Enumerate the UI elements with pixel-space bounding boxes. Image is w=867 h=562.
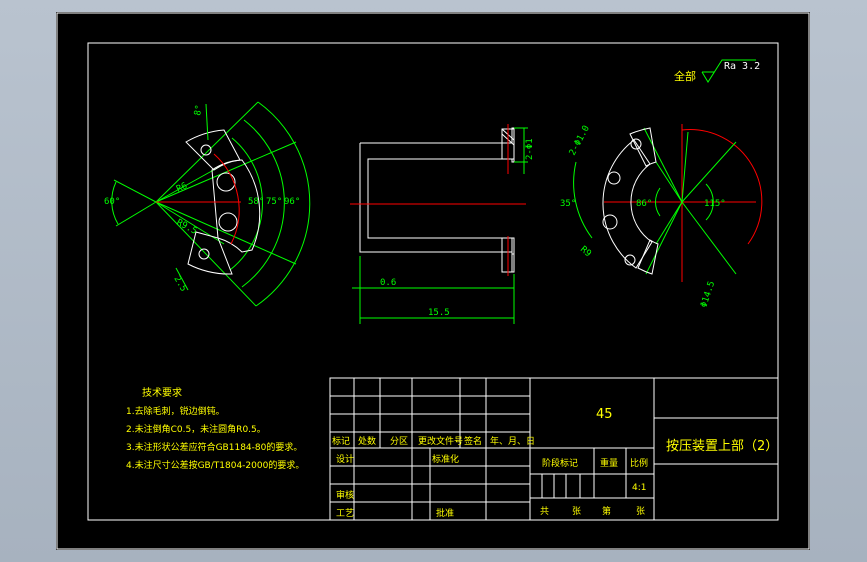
tb-design: 设计: [336, 453, 354, 465]
left-dim-top: [205, 103, 209, 141]
left-label-2-5: 2.5: [171, 275, 188, 294]
tb-h-count: 处数: [358, 435, 376, 447]
right-view: 2-Φ1.0 35° 86° 115° R9 Φ14.5: [560, 124, 763, 309]
left-label-8: 8°: [193, 104, 205, 116]
left-radial-58: [155, 141, 297, 203]
right-hole-2: [607, 171, 621, 185]
right-label-86: 86°: [636, 199, 652, 209]
roughness-label: 全部: [674, 69, 696, 83]
tb-sheet-no: 第: [602, 505, 611, 517]
right-label-holes: 2-Φ1.0: [568, 124, 592, 157]
cad-viewport[interactable]: 全部 Ra 3.2 8° 60° R6 R9.5 58° 75° 96° 2.5…: [56, 12, 810, 550]
tb-material: 45: [596, 407, 613, 422]
right-radial-5: [681, 141, 737, 203]
right-label-35: 35°: [560, 199, 576, 209]
tb-total: 共: [540, 506, 549, 517]
tech-item-2: 2.未注倒角C0.5，未注圆角R0.5。: [126, 423, 266, 435]
tb-weight: 重量: [600, 457, 618, 469]
right-arc-35: [573, 161, 593, 239]
left-radial-bottom: [155, 201, 257, 307]
tb-h-change: 更改文件号: [418, 435, 463, 447]
tb-h-date: 年、月、日: [490, 435, 535, 447]
tb-scale-value: 4:1: [632, 483, 646, 493]
right-label-r9: R9: [578, 245, 593, 260]
tech-item-1: 1.去除毛刺，锐边倒钝。: [126, 405, 225, 417]
middle-label-holes: 2-Φ1: [525, 138, 535, 160]
left-hole-mid1: [216, 172, 236, 192]
tb-stage-mark: 阶段标记: [542, 457, 578, 469]
tech-item-3: 3.未注形状公差应符合GB1184-80的要求。: [126, 441, 302, 453]
tb-approve: 批准: [436, 507, 454, 519]
middle-outline: [359, 127, 515, 273]
left-label-60: 60°: [104, 197, 120, 207]
right-part-ear-top: [629, 127, 657, 167]
left-hole-bottom: [198, 248, 210, 260]
roughness-symbol: 全部 Ra 3.2: [674, 59, 760, 83]
right-label-r14: Φ14.5: [699, 280, 717, 309]
tb-scale-label: 比例: [630, 457, 648, 469]
middle-view: 0.6 15.5 2-Φ1: [350, 124, 535, 324]
tech-title: 技术要求: [142, 386, 182, 399]
right-radial-1: [643, 127, 683, 203]
right-radial-3: [655, 201, 683, 245]
middle-label-15-5: 15.5: [428, 308, 450, 318]
roughness-value: Ra 3.2: [724, 61, 760, 72]
tb-review: 审核: [336, 489, 354, 501]
tech-requirements: 技术要求 1.去除毛刺，锐边倒钝。 2.未注倒角C0.5，未注圆角R0.5。 3…: [126, 386, 304, 471]
tb-drawing-name: 按压装置上部（2）: [666, 439, 778, 454]
right-radial-6: [681, 201, 737, 275]
left-ext-60b: [115, 201, 157, 227]
tb-sheet-word: 张: [572, 506, 581, 517]
left-view: 8° 60° R6 R9.5 58° 75° 96° 2.5: [104, 101, 311, 307]
right-label-115: 115°: [704, 199, 726, 209]
tb-process: 工艺: [336, 508, 354, 519]
left-radial-b: [155, 201, 297, 265]
left-part-bottom-ear: [187, 231, 233, 275]
tb-h-mark: 标记: [332, 435, 350, 447]
left-label-96: 96°: [284, 197, 300, 207]
right-radial-2: [655, 161, 683, 203]
tech-item-4: 4.未注尺寸公差按GB/T1804-2000的要求。: [126, 459, 304, 471]
left-label-75: 75°: [266, 197, 282, 207]
left-label-58: 58°: [248, 197, 264, 207]
tb-h-zone: 分区: [390, 436, 408, 447]
right-radial-4: [645, 201, 683, 275]
drawing-canvas: 全部 Ra 3.2 8° 60° R6 R9.5 58° 75° 96° 2.5…: [56, 12, 810, 550]
middle-label-0-6: 0.6: [380, 278, 396, 288]
left-ext-60a: [113, 179, 157, 203]
tb-h-sign: 签名: [464, 435, 482, 447]
right-center-circle: [681, 129, 763, 245]
right-radial-7: [681, 131, 689, 203]
left-hole-mid2: [218, 212, 238, 232]
right-hole-1: [630, 138, 642, 150]
tb-standard: 标准化: [432, 453, 459, 465]
tb-sheet-word2: 张: [636, 506, 645, 517]
